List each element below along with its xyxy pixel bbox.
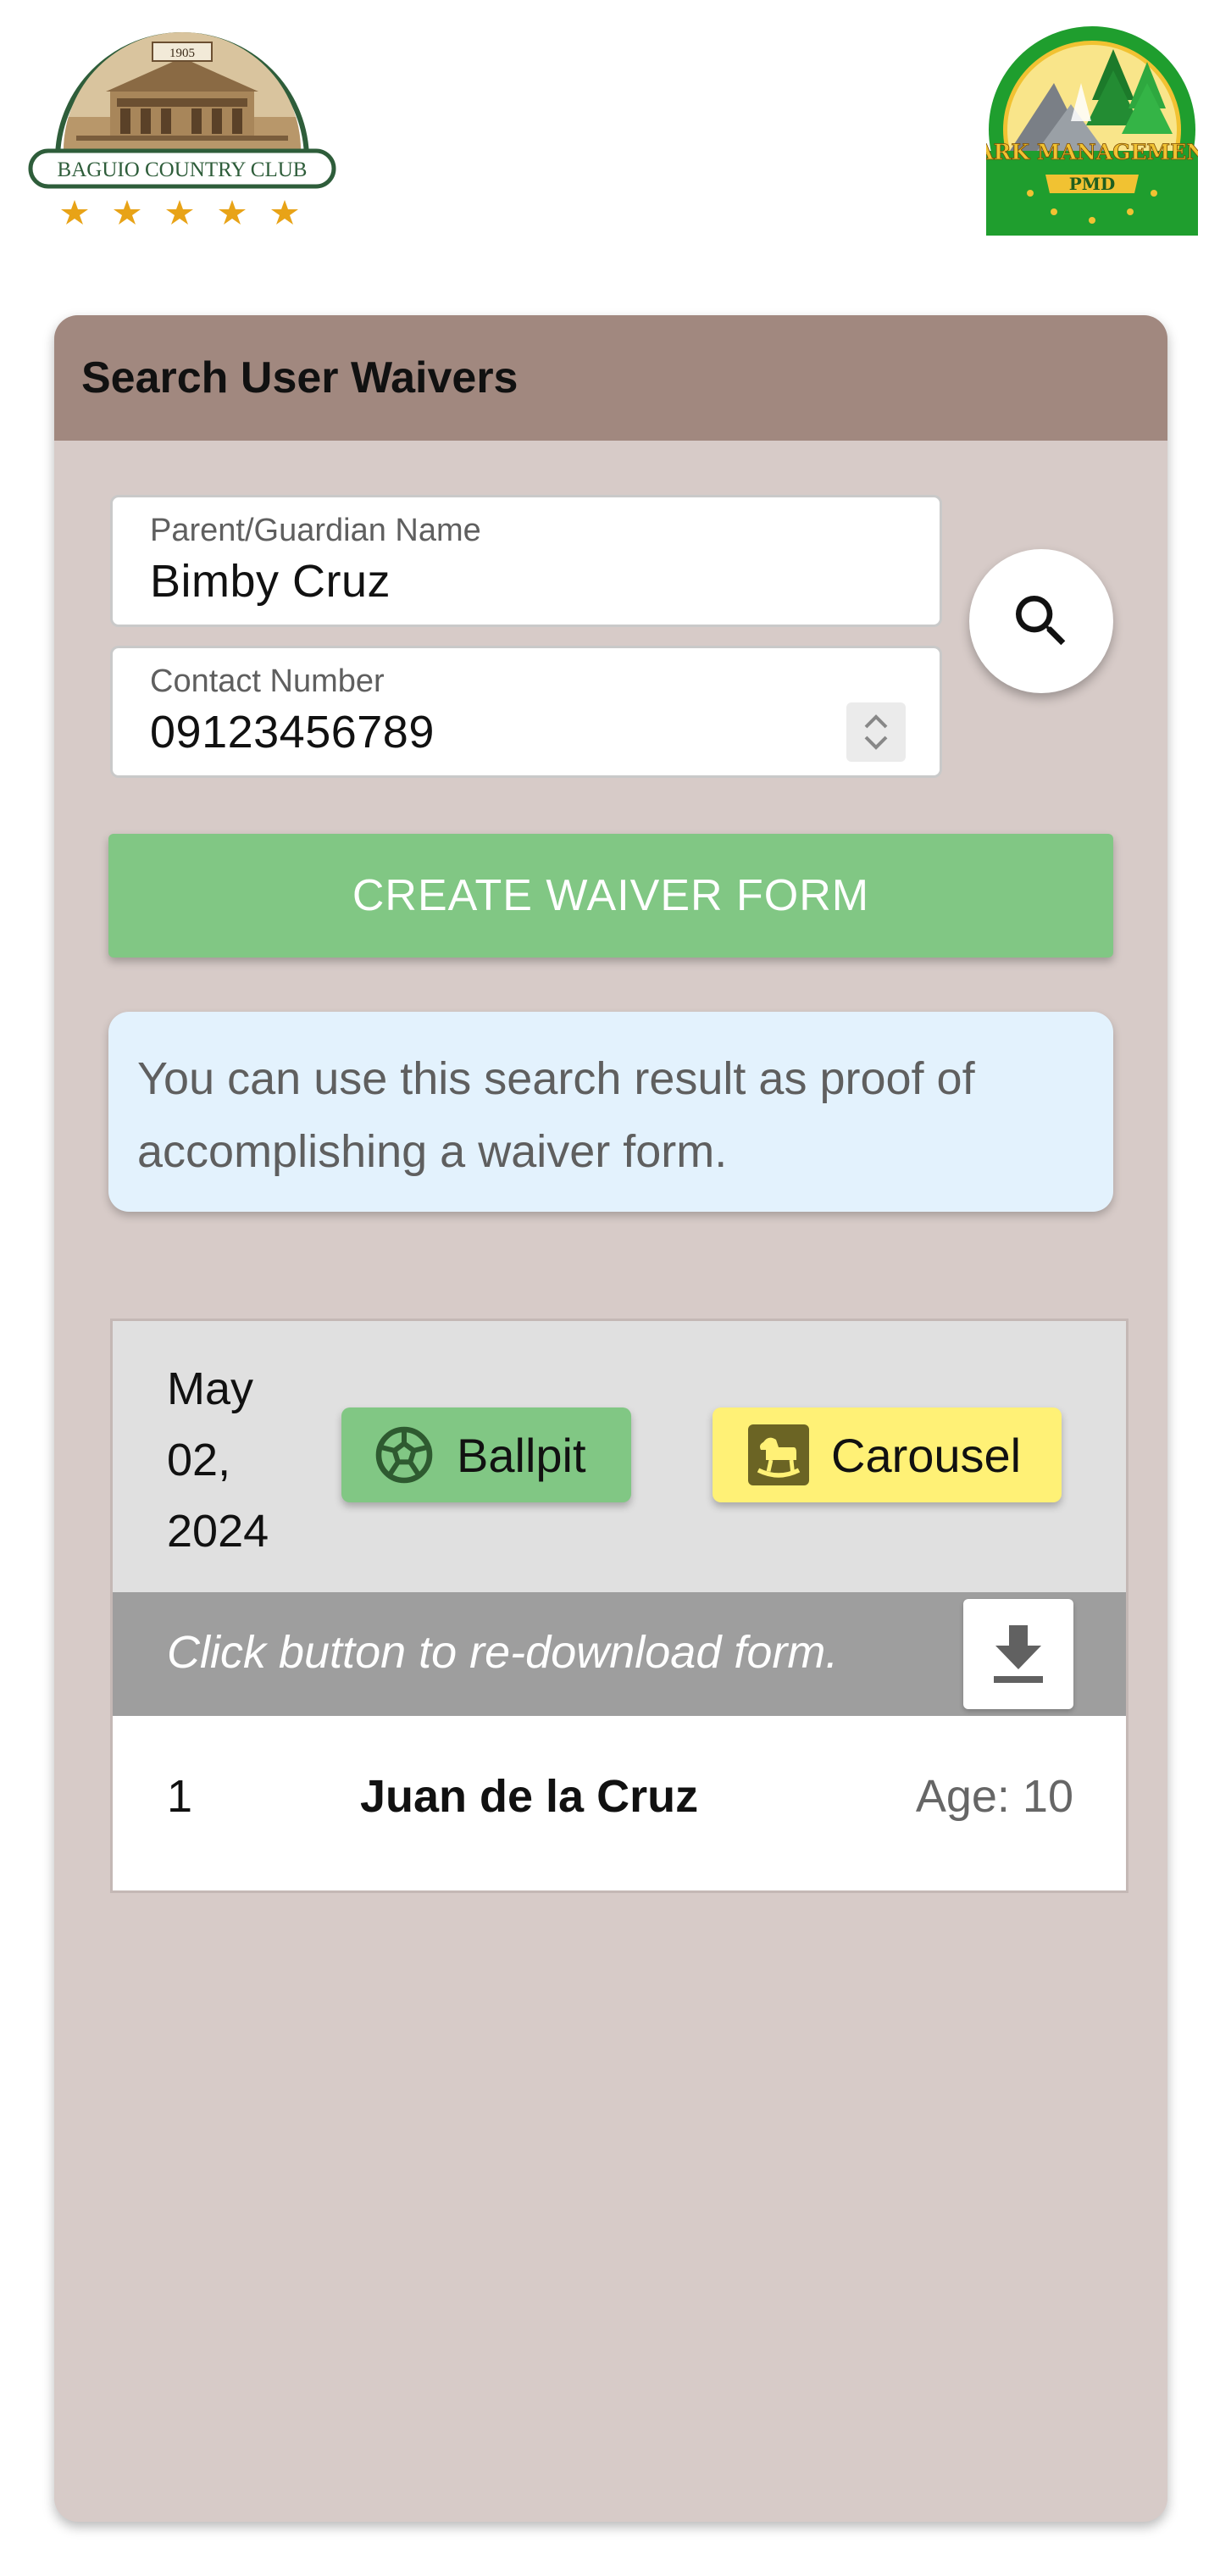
info-message: You can use this search result as proof …	[108, 1012, 1113, 1212]
redownload-hint: Click button to re-download form.	[167, 1627, 839, 1678]
download-icon	[994, 1625, 1043, 1683]
waiver-date: May 02, 2024	[167, 1353, 269, 1567]
table-row: 1 Juan de la Cruz Age: 10	[113, 1716, 1126, 1890]
logo-pmd-text: PMD	[1069, 174, 1116, 194]
number-stepper[interactable]	[846, 702, 906, 762]
card-header: Search User Waivers	[54, 315, 1167, 441]
entry-name: Juan de la Cruz	[360, 1771, 699, 1822]
baguio-country-club-logo: 1905 BAGUIO COUNTRY CLUB	[28, 32, 336, 225]
result-summary: May 02, 2024 Ballpit Carousel	[113, 1321, 1126, 1592]
stepper-arrows-icon[interactable]	[861, 708, 891, 756]
search-button[interactable]	[969, 549, 1113, 693]
attraction-chip-ballpit: Ballpit	[341, 1407, 631, 1502]
attraction-label-carousel: Carousel	[831, 1428, 1022, 1482]
search-icon	[1016, 596, 1066, 646]
waiver-date-day: 02,	[167, 1435, 231, 1485]
waiver-result-card: May 02, 2024 Ballpit Carousel Click butt…	[110, 1319, 1128, 1893]
guardian-name-field[interactable]: Parent/Guardian Name Bimby Cruz	[110, 495, 942, 627]
contact-number-label: Contact Number	[150, 663, 385, 699]
download-button[interactable]	[963, 1599, 1073, 1709]
contact-number-input[interactable]: 09123456789	[150, 706, 435, 758]
logo-year: 1905	[169, 47, 195, 60]
create-waiver-form-button[interactable]: CREATE WAIVER FORM	[108, 834, 1113, 958]
park-management-logo: PARK MANAGEMENT PMD	[986, 26, 1198, 236]
soccer-ball-icon	[375, 1426, 433, 1484]
header: 1905 BAGUIO COUNTRY CLUB PARK MANAGEMENT…	[0, 0, 1220, 271]
attraction-chip-carousel: Carousel	[713, 1407, 1062, 1502]
search-waivers-card: Search User Waivers Parent/Guardian Name…	[54, 315, 1167, 2522]
redownload-bar: Click button to re-download form.	[113, 1592, 1126, 1716]
entry-age: Age: 10	[915, 1771, 1073, 1822]
logo-park-management-text: PARK MANAGEMENT	[986, 140, 1198, 164]
five-stars-icon	[61, 200, 298, 225]
logo-club-name: BAGUIO COUNTRY CLUB	[58, 158, 308, 181]
waiver-date-month: May	[167, 1363, 254, 1414]
contact-number-field[interactable]: Contact Number 09123456789	[110, 646, 942, 778]
entry-number: 1	[167, 1771, 193, 1822]
waiver-date-year: 2024	[167, 1506, 269, 1557]
card-title: Search User Waivers	[81, 353, 518, 402]
guardian-name-label: Parent/Guardian Name	[150, 513, 481, 548]
attraction-label-ballpit: Ballpit	[457, 1428, 586, 1482]
guardian-name-input[interactable]: Bimby Cruz	[150, 555, 391, 608]
rocking-horse-icon	[748, 1424, 809, 1485]
